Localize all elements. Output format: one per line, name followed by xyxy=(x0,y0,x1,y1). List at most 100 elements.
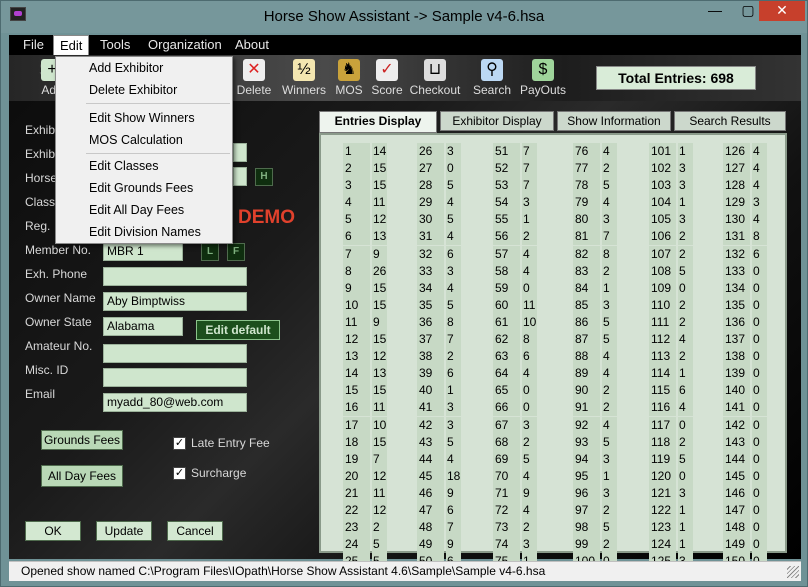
entry-row[interactable]: 51 7 xyxy=(493,143,537,160)
entry-row[interactable]: 136 0 xyxy=(723,313,767,331)
email-field[interactable]: myadd_80@web.com xyxy=(103,393,247,412)
entry-row[interactable]: 127 4 xyxy=(723,160,767,178)
entry-row[interactable]: 62 8 xyxy=(493,331,537,349)
entry-row[interactable]: 122 1 xyxy=(649,501,693,519)
entry-row[interactable]: 56 2 xyxy=(493,228,537,246)
entry-row[interactable]: 22 12 xyxy=(343,501,387,519)
entry-row[interactable]: 130 4 xyxy=(723,211,767,229)
entry-row[interactable]: 52 7 xyxy=(493,160,537,178)
entry-row[interactable]: 111 2 xyxy=(649,313,693,331)
entry-row[interactable]: 68 2 xyxy=(493,433,537,451)
entry-row[interactable]: 43 5 xyxy=(417,433,461,451)
entry-row[interactable]: 3 15 xyxy=(343,177,387,195)
entry-row[interactable]: 135 0 xyxy=(723,296,767,314)
entry-row[interactable]: 72 4 xyxy=(493,501,537,519)
entry-row[interactable]: 15 15 xyxy=(343,382,387,400)
entry-row[interactable]: 61 10 xyxy=(493,313,537,331)
entry-row[interactable]: 140 0 xyxy=(723,382,767,400)
entry-row[interactable]: 66 0 xyxy=(493,399,537,417)
exh-phone-field[interactable] xyxy=(103,267,247,286)
entry-row[interactable]: 45 18 xyxy=(417,467,461,485)
entry-row[interactable]: 48 7 xyxy=(417,519,461,537)
entry-row[interactable]: 83 2 xyxy=(573,262,617,280)
score-button[interactable]: ✓ Score xyxy=(360,59,414,99)
entry-row[interactable]: 79 4 xyxy=(573,194,617,212)
owner-name-field[interactable]: Aby Bimptwiss xyxy=(103,292,247,311)
entry-row[interactable]: 64 4 xyxy=(493,365,537,383)
menu-edit[interactable]: Edit xyxy=(53,35,90,55)
menu-item-mos-calculation[interactable]: MOS Calculation xyxy=(57,129,231,151)
entry-row[interactable]: 2 15 xyxy=(343,160,387,178)
entry-row[interactable]: 129 3 xyxy=(723,194,767,212)
entry-row[interactable]: 91 2 xyxy=(573,399,617,417)
member-no-field[interactable]: MBR 1 xyxy=(103,242,183,261)
entry-row[interactable]: 142 0 xyxy=(723,416,767,434)
entry-row[interactable]: 90 2 xyxy=(573,382,617,400)
entry-row[interactable]: 144 0 xyxy=(723,450,767,468)
entry-row[interactable]: 6 13 xyxy=(343,228,387,246)
entry-row[interactable]: 121 3 xyxy=(649,484,693,502)
entry-row[interactable]: 101 1 xyxy=(649,143,693,160)
entry-row[interactable]: 102 3 xyxy=(649,160,693,178)
entry-row[interactable]: 115 6 xyxy=(649,382,693,400)
entry-row[interactable]: 4 11 xyxy=(343,194,387,212)
entry-row[interactable]: 97 2 xyxy=(573,501,617,519)
entry-row[interactable]: 134 0 xyxy=(723,279,767,297)
entry-row[interactable]: 77 2 xyxy=(573,160,617,178)
entry-row[interactable]: 67 3 xyxy=(493,416,537,434)
menu-item-edit-all-day-fees[interactable]: Edit All Day Fees xyxy=(57,199,231,221)
entry-row[interactable]: 120 0 xyxy=(649,467,693,485)
entry-row[interactable]: 124 1 xyxy=(649,536,693,554)
entry-row[interactable]: 149 0 xyxy=(723,536,767,554)
entry-row[interactable]: 94 3 xyxy=(573,450,617,468)
menu-item-edit-classes[interactable]: Edit Classes xyxy=(57,155,231,177)
entry-row[interactable]: 82 8 xyxy=(573,245,617,263)
entry-row[interactable]: 37 7 xyxy=(417,331,461,349)
entry-row[interactable]: 96 3 xyxy=(573,484,617,502)
entry-row[interactable]: 131 8 xyxy=(723,228,767,246)
entry-row[interactable]: 5 12 xyxy=(343,211,387,229)
entry-row[interactable]: 139 0 xyxy=(723,365,767,383)
f-button[interactable]: F xyxy=(227,243,245,261)
entry-row[interactable]: 89 4 xyxy=(573,365,617,383)
entry-row[interactable]: 49 9 xyxy=(417,536,461,554)
entry-row[interactable]: 24 5 xyxy=(343,536,387,554)
entry-row[interactable]: 46 9 xyxy=(417,484,461,502)
tab-show-information[interactable]: Show Information xyxy=(557,111,671,131)
cancel-button[interactable]: Cancel xyxy=(167,521,223,541)
entry-row[interactable]: 35 5 xyxy=(417,296,461,314)
entry-row[interactable]: 12 15 xyxy=(343,331,387,349)
menu-file[interactable]: File xyxy=(17,35,50,55)
entry-row[interactable]: 128 4 xyxy=(723,177,767,195)
horse-h-button[interactable]: H xyxy=(255,168,273,186)
entry-row[interactable]: 58 4 xyxy=(493,262,537,280)
entry-row[interactable]: 86 5 xyxy=(573,313,617,331)
entry-row[interactable]: 79 xyxy=(343,245,387,263)
entry-row[interactable]: 60 11 xyxy=(493,296,537,314)
entry-row[interactable]: 63 6 xyxy=(493,348,537,366)
search-button[interactable]: ⚲ Search xyxy=(465,59,519,99)
entry-row[interactable]: 39 6 xyxy=(417,365,461,383)
entry-row[interactable]: 109 0 xyxy=(649,279,693,297)
payouts-button[interactable]: $ PayOuts xyxy=(516,59,570,99)
entry-row[interactable]: 87 5 xyxy=(573,331,617,349)
entry-row[interactable]: 53 7 xyxy=(493,177,537,195)
entry-row[interactable]: 33 3 xyxy=(417,262,461,280)
menu-about[interactable]: About xyxy=(229,35,275,55)
menu-item-edit-grounds-fees[interactable]: Edit Grounds Fees xyxy=(57,177,231,199)
entry-row[interactable]: 106 2 xyxy=(649,228,693,246)
update-button[interactable]: Update xyxy=(96,521,152,541)
tab-entries-display[interactable]: Entries Display xyxy=(319,111,437,133)
entry-row[interactable]: 146 0 xyxy=(723,484,767,502)
tab-search-results[interactable]: Search Results xyxy=(674,111,786,131)
l-button[interactable]: L xyxy=(201,243,219,261)
entry-row[interactable]: 71 9 xyxy=(493,484,537,502)
delete-button[interactable]: ✕ Delete xyxy=(227,59,281,99)
entry-row[interactable]: 98 5 xyxy=(573,519,617,537)
entry-row[interactable]: 70 4 xyxy=(493,467,537,485)
entry-row[interactable]: 137 0 xyxy=(723,331,767,349)
entry-row[interactable]: 107 2 xyxy=(649,245,693,263)
entry-row[interactable]: 34 4 xyxy=(417,279,461,297)
entry-row[interactable]: 31 4 xyxy=(417,228,461,246)
entry-row[interactable]: 117 0 xyxy=(649,416,693,434)
